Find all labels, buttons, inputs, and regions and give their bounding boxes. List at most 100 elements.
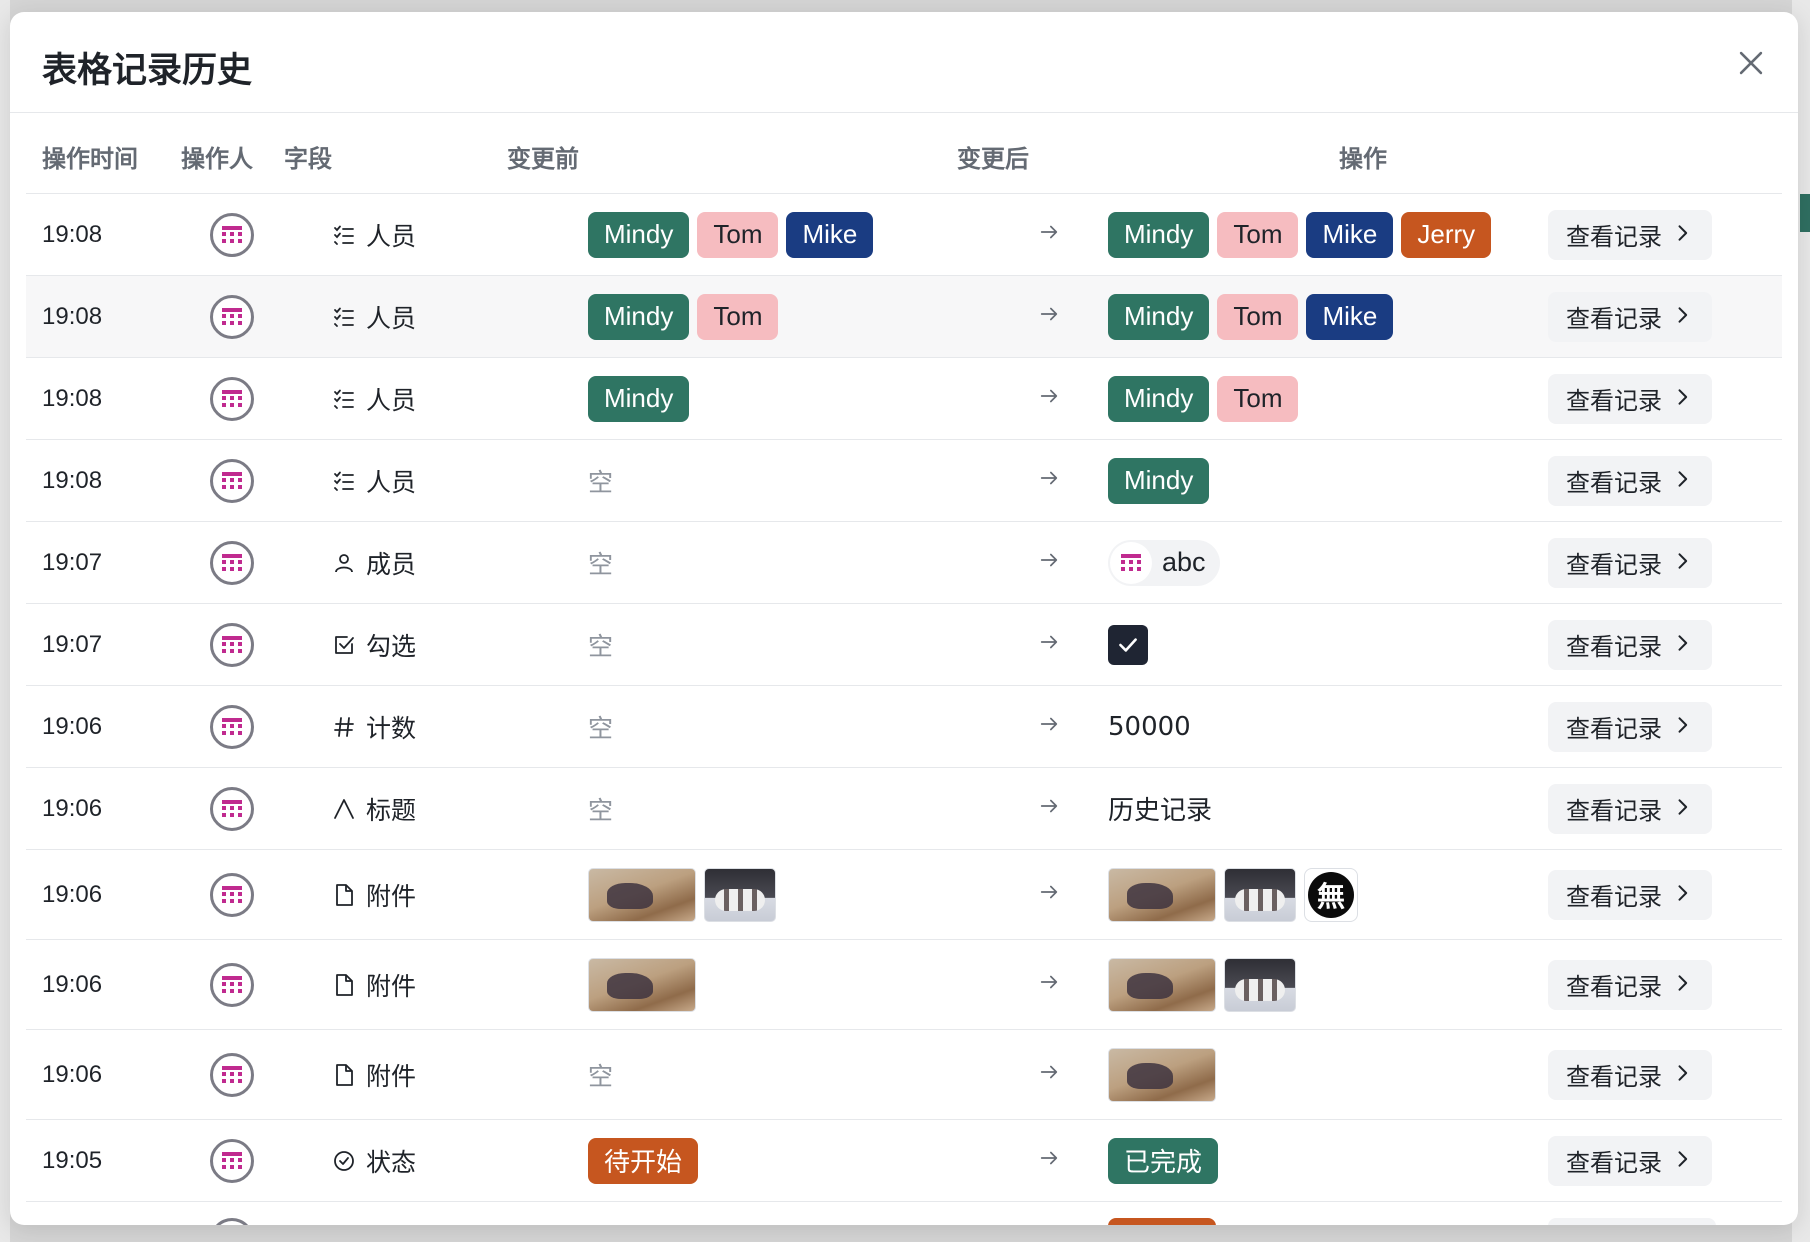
operation-time: 19:06 — [42, 970, 103, 998]
before-value-cell: 空 — [588, 1030, 613, 1119]
before-value-cell: 空 — [588, 768, 613, 849]
table-row: 19:06 计数 空 50000 查看记录 — [26, 686, 1782, 768]
change-arrow — [1038, 686, 1060, 767]
arrow-right-icon — [1038, 1147, 1060, 1174]
operator-avatar[interactable] — [210, 540, 254, 585]
view-record-button[interactable]: 查看记录 — [1548, 537, 1712, 588]
chevron-right-icon — [1672, 795, 1692, 823]
option-tag: Mindy — [588, 375, 690, 422]
change-arrow — [1038, 768, 1060, 849]
operator-avatar[interactable] — [210, 1052, 254, 1097]
view-record-label: 查看记录 — [1566, 551, 1662, 579]
dogs-attachment-thumbnail[interactable] — [704, 867, 776, 922]
dogs-attachment-thumbnail[interactable] — [1224, 957, 1296, 1012]
field-name: 人员 — [366, 467, 417, 497]
view-record-button[interactable] — [1548, 1218, 1716, 1225]
background-left-edge — [0, 0, 10, 1242]
checked-checkbox — [1108, 624, 1148, 665]
before-value-cell: 空 — [588, 440, 613, 521]
table-row: 19:08 人员 空 Mindy 查看记录 — [26, 440, 1782, 522]
change-arrow — [1038, 522, 1060, 603]
operator-avatar[interactable] — [210, 294, 254, 339]
wu-logo-attachment-thumbnail[interactable]: 無 — [1304, 867, 1358, 922]
operation-time: 19:06 — [42, 712, 103, 740]
view-record-button[interactable]: 查看记录 — [1548, 1049, 1712, 1100]
operator-avatar[interactable] — [210, 786, 254, 831]
table-row: 19:06 附件 查看记录 — [26, 940, 1782, 1030]
option-tag: Mindy — [1108, 375, 1210, 422]
table-row: 19:08 人员 Mindy Mindy Tom 查看记录 — [26, 358, 1782, 440]
action-cell: 查看记录 — [1548, 686, 1712, 767]
action-cell: 查看记录 — [1548, 940, 1712, 1029]
view-record-button[interactable]: 查看记录 — [1548, 783, 1712, 834]
field-name: 状态 — [366, 1147, 417, 1177]
status-circle-icon — [332, 1149, 356, 1173]
operation-time: 19:07 — [42, 548, 103, 576]
action-cell: 查看记录 — [1548, 194, 1712, 275]
option-tag — [1108, 1218, 1216, 1225]
view-record-button[interactable]: 查看记录 — [1548, 869, 1712, 920]
view-record-button[interactable]: 查看记录 — [1548, 701, 1712, 752]
operator-avatar[interactable] — [210, 458, 254, 503]
after-value-cell: 50000 — [1108, 686, 1191, 767]
chevron-right-icon — [1672, 221, 1692, 249]
close-icon — [1739, 51, 1763, 75]
record-history-dialog: 表格记录历史 操作时间 操作人 字段 变更前 变更后 操作 19:08 人员 Min… — [10, 12, 1798, 1225]
operator-cell — [210, 850, 254, 939]
operator-avatar[interactable] — [210, 376, 254, 421]
column-header-action: 操作 — [1339, 145, 1387, 173]
list-icon — [332, 223, 356, 247]
horse-attachment-thumbnail[interactable] — [588, 957, 696, 1012]
field-cell: 状态 — [332, 1120, 416, 1201]
operator-avatar[interactable] — [210, 872, 254, 917]
close-button[interactable] — [1734, 46, 1768, 80]
member-chip: abc — [1108, 539, 1220, 586]
operator-avatar[interactable] — [210, 962, 254, 1007]
after-value-cell — [1108, 1030, 1216, 1119]
view-record-button[interactable]: 查看记录 — [1548, 291, 1712, 342]
view-record-button[interactable]: 查看记录 — [1548, 959, 1712, 1010]
operator-avatar[interactable] — [210, 1138, 254, 1183]
horse-attachment-thumbnail[interactable] — [1108, 1047, 1216, 1102]
view-record-button[interactable]: 查看记录 — [1548, 455, 1712, 506]
horse-attachment-thumbnail[interactable] — [1108, 957, 1216, 1012]
table-row: 19:07 勾选 空 查看记录 — [26, 604, 1782, 686]
horse-attachment-thumbnail[interactable] — [1108, 867, 1216, 922]
table-row-partial — [26, 1202, 1782, 1225]
operator-avatar[interactable] — [210, 212, 254, 257]
field-cell: 人员 — [332, 276, 416, 357]
option-tag: Mindy — [1108, 293, 1210, 340]
before-value-cell: Mindy Tom — [588, 276, 779, 357]
change-arrow — [1038, 850, 1060, 939]
view-record-label: 查看记录 — [1566, 973, 1662, 1001]
operator-cell — [210, 440, 254, 521]
after-value-cell: 無 — [1108, 850, 1358, 939]
table-row: 19:06 标题 空 历史记录 查看记录 — [26, 768, 1782, 850]
after-value-cell: Mindy Tom — [1108, 358, 1299, 439]
field-cell: 计数 — [332, 686, 416, 767]
column-header-field: 字段 — [284, 145, 332, 173]
field-name: 附件 — [366, 881, 417, 911]
person-icon — [332, 551, 356, 575]
operator-avatar[interactable] — [210, 704, 254, 749]
table-row: 19:06 附件 空 查看记录 — [26, 1030, 1782, 1120]
dogs-attachment-thumbnail[interactable] — [1224, 867, 1296, 922]
view-record-button[interactable]: 查看记录 — [1548, 209, 1712, 260]
option-tag: 已完成 — [1108, 1137, 1219, 1184]
option-tag: Mike — [786, 211, 874, 258]
before-value-cell: Mindy — [588, 358, 690, 439]
horse-attachment-thumbnail[interactable] — [588, 867, 696, 922]
arrow-right-icon — [1038, 1061, 1060, 1088]
file-icon — [332, 883, 356, 907]
table-row: 19:05 状态 待开始 已完成 查看记录 — [26, 1120, 1782, 1202]
hash-icon — [332, 715, 356, 739]
view-record-button[interactable]: 查看记录 — [1548, 619, 1712, 670]
after-value-cell — [1108, 604, 1148, 685]
empty-value: 空 — [588, 631, 614, 661]
list-icon — [332, 469, 356, 493]
field-name: 人员 — [366, 221, 417, 251]
view-record-label: 查看记录 — [1566, 883, 1662, 911]
operator-avatar[interactable] — [210, 622, 254, 667]
view-record-button[interactable]: 查看记录 — [1548, 373, 1712, 424]
view-record-button[interactable]: 查看记录 — [1548, 1135, 1712, 1186]
